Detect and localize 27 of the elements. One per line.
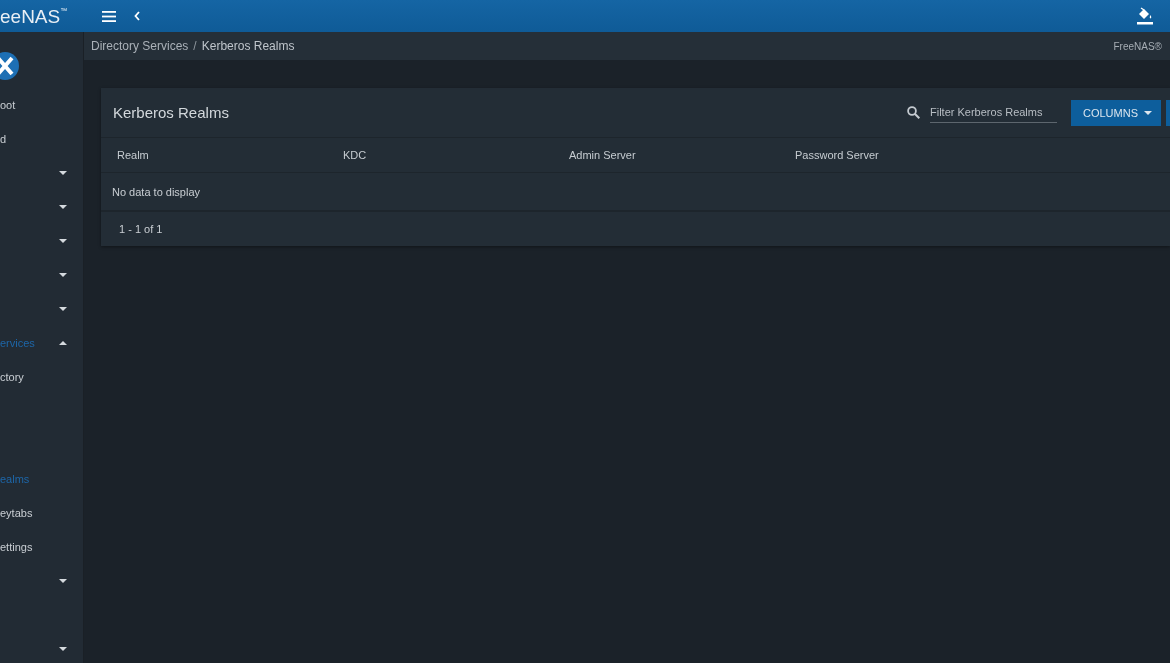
empty-table-message: No data to display xyxy=(112,185,201,198)
menu-button[interactable] xyxy=(102,10,116,22)
brand-name: eeNAS$^{™}$ xyxy=(0,6,68,26)
caret-down-icon xyxy=(1144,110,1152,115)
breadcrumb-separator: / xyxy=(193,39,197,53)
column-header[interactable]: Admin Server xyxy=(553,149,779,161)
filter-field[interactable]: Filter Kerberos Realms xyxy=(930,102,1057,123)
search-icon xyxy=(907,106,920,119)
menu-icon xyxy=(102,10,116,22)
copyright-text: FreeNAS® xyxy=(1113,40,1162,52)
column-header[interactable]: Realm xyxy=(101,149,327,161)
chevron-left-icon xyxy=(134,11,140,21)
sidebar-item[interactable]: eytabs xyxy=(0,507,33,519)
pagination-range: 1 - 1 of 1 xyxy=(119,223,163,235)
theme-button[interactable] xyxy=(1137,7,1153,25)
card-title: Kerberos Realms xyxy=(113,104,229,121)
paint-bucket-icon xyxy=(1137,7,1153,25)
sidebar-item[interactable]: ettings xyxy=(0,541,33,553)
breadcrumb-item: Kerberos Realms xyxy=(201,39,295,53)
columns-button[interactable]: COLUMNS xyxy=(1071,99,1161,126)
back-button[interactable] xyxy=(134,11,140,21)
breadcrumb-item[interactable]: Directory Services xyxy=(91,39,189,53)
sidebar-item[interactable]: oot xyxy=(0,99,16,111)
column-header[interactable]: Password Server xyxy=(779,149,1005,161)
column-header[interactable]: KDC xyxy=(327,149,553,161)
sidebar-item[interactable]: ctory xyxy=(0,371,24,383)
sidebar-item[interactable]: d xyxy=(0,133,7,145)
